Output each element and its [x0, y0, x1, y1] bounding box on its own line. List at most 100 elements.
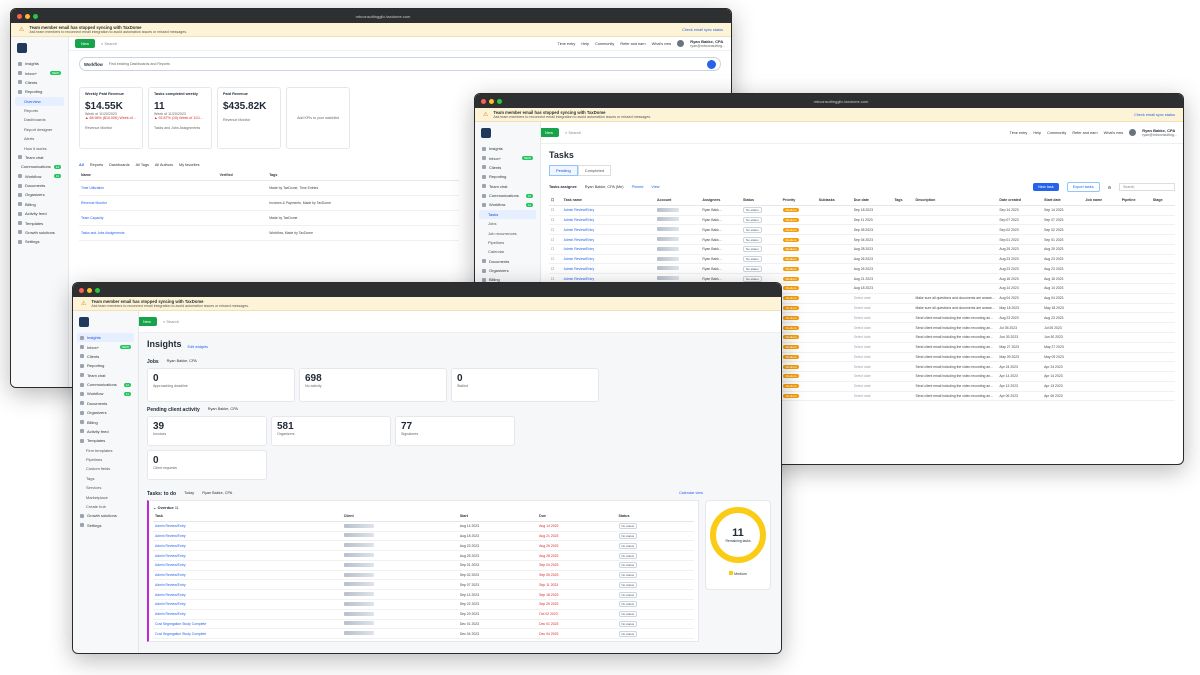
kpi-card[interactable]: Weekly Paid Revenue $14.55K Week of 11/20/…: [79, 87, 143, 149]
sidebar-item-templates[interactable]: Templates: [15, 218, 64, 227]
table-row[interactable]: Admin Review/Entry Sep 07 2023 Sep 11 2023…: [153, 579, 694, 591]
whats-new-button[interactable]: What's new: [1104, 131, 1124, 135]
table-row[interactable]: ☐Admin Review/EntryRyan Bakk...No status…: [549, 254, 1175, 265]
task-name-link[interactable]: Admin Review/Entry: [153, 589, 342, 601]
sidebar-item-reporting[interactable]: Reporting: [479, 172, 536, 181]
sidebar-item-organizers[interactable]: Organizers: [77, 408, 134, 417]
sidebar-item-communications[interactable]: Communications 12: [15, 162, 64, 171]
pending-card[interactable]: 0 Client requests: [147, 450, 267, 480]
priority-badge[interactable]: Medium: [782, 364, 800, 369]
priority-badge[interactable]: Medium: [782, 266, 800, 271]
whats-new-button[interactable]: What's new: [652, 42, 672, 46]
help-button[interactable]: Help: [581, 42, 589, 46]
table-row[interactable]: ☐Admin Review/EntryRyan Bakk...No status…: [549, 244, 1175, 255]
sidebar-item-billing[interactable]: Billing: [15, 200, 64, 209]
priority-badge[interactable]: Medium: [782, 247, 800, 252]
ask-input[interactable]: Find existing Dashboards and Reports: [109, 62, 170, 66]
sidebar-item-clients[interactable]: Clients: [77, 352, 134, 361]
job-card[interactable]: 0 Stalled: [451, 368, 599, 402]
address-bar[interactable]: mbconsultinggllc.taxdome.com: [41, 14, 725, 19]
status-badge[interactable]: No status: [618, 532, 638, 539]
priority-badge[interactable]: Medium: [782, 257, 800, 262]
search-input[interactable]: ⌕ Search: [565, 130, 581, 135]
sidebar-item-insights[interactable]: Insights: [77, 333, 134, 343]
sidebar-item-settings[interactable]: Settings: [77, 521, 134, 530]
row-checkbox[interactable]: ☐: [549, 205, 562, 216]
pending-card[interactable]: 77 Signatures: [395, 416, 515, 446]
avatar[interactable]: [1129, 129, 1137, 136]
sidebar-item-workflow[interactable]: Workflow 11: [15, 172, 64, 181]
table-row[interactable]: ☐Admin Review/EntryRyan Bakk...No status…: [549, 224, 1175, 236]
sidebar-item-clients[interactable]: Clients: [15, 78, 64, 87]
priority-badge[interactable]: Medium: [782, 227, 800, 232]
sidebar-item-growth-solutions[interactable]: Growth solutions: [15, 228, 64, 237]
table-row[interactable]: Admin Review/Entry Aug 18 2023 Aug 21 2023…: [153, 531, 694, 542]
sidebar-item-reporting[interactable]: Reporting: [77, 361, 134, 370]
status-badge[interactable]: No status: [743, 265, 762, 272]
gear-icon[interactable]: ⚙: [1108, 185, 1111, 190]
priority-badge[interactable]: Medium: [782, 217, 800, 222]
status-badge[interactable]: No status: [743, 246, 762, 253]
status-badge[interactable]: No status: [618, 542, 638, 549]
sidebar-item-settings[interactable]: Settings: [15, 237, 64, 246]
status-badge[interactable]: No status: [618, 611, 638, 618]
sidebar-item-pipelines[interactable]: Pipelines: [479, 238, 536, 247]
status-badge[interactable]: No status: [743, 256, 762, 263]
task-name-link[interactable]: Admin Review/Entry: [561, 244, 655, 255]
sidebar-item-growth-solutions[interactable]: Growth solutions: [77, 511, 134, 520]
table-row[interactable]: Cost Segregation Study Complete Dec 01 20…: [153, 619, 694, 630]
table-row[interactable]: Admin Review/Entry Aug 23 2023 Aug 26 2023…: [153, 540, 694, 552]
task-name-link[interactable]: Admin Review/Entry: [153, 570, 342, 581]
table-row[interactable]: Tasks and Jobs Assignments Workflow, Made…: [79, 225, 459, 241]
status-badge[interactable]: No status: [743, 216, 762, 223]
status-badge[interactable]: No status: [743, 275, 762, 282]
tab-completed[interactable]: Completed: [577, 165, 612, 176]
add-kpi-card[interactable]: Add KPIs to your watchlist: [286, 87, 350, 149]
filter-dashboards[interactable]: Dashboards: [109, 163, 129, 167]
row-checkbox[interactable]: ☐: [549, 234, 562, 245]
task-name-link[interactable]: Admin Review/Entry: [561, 263, 655, 275]
time-entry-button[interactable]: Time entry: [1010, 131, 1028, 135]
tab-pending[interactable]: Pending: [549, 165, 578, 176]
sidebar-item-tasks[interactable]: Tasks: [479, 209, 536, 219]
avatar[interactable]: [677, 40, 685, 47]
sidebar-item-calendar[interactable]: Calendar: [479, 247, 536, 256]
table-row[interactable]: Admin Review/Entry Sep 02 2023 Sep 05 2023…: [153, 570, 694, 581]
task-name-link[interactable]: Admin Review/Entry: [561, 215, 655, 226]
priority-badge[interactable]: Medium: [782, 286, 800, 291]
sidebar-item-job-recurrences[interactable]: Job recurrences: [479, 228, 536, 237]
priority-badge[interactable]: Medium: [782, 325, 800, 330]
edit-widgets-link[interactable]: Edit widgets: [188, 345, 208, 349]
sidebar-item-templates[interactable]: Templates: [77, 436, 134, 445]
sidebar-item-report-designer[interactable]: Report designer: [15, 125, 64, 134]
sidebar-item-workflow[interactable]: Workflow 11: [479, 200, 536, 209]
row-checkbox[interactable]: ☐: [549, 263, 562, 275]
priority-badge[interactable]: Medium: [782, 354, 800, 359]
table-row[interactable]: Admin Review/Entry Aug 25 2023 Aug 28 2023…: [153, 550, 694, 561]
pending-card[interactable]: 39 Invoices: [147, 416, 267, 446]
status-badge[interactable]: No status: [743, 226, 762, 233]
kpi-card[interactable]: Paid Revenue $435.82K Revenue Monitor: [217, 87, 281, 149]
row-checkbox[interactable]: ☐: [549, 224, 562, 236]
chevron-down-icon[interactable]: ⌄: [153, 505, 156, 510]
priority-badge[interactable]: Medium: [782, 335, 800, 340]
sidebar-item-tags[interactable]: Tags: [77, 474, 134, 483]
task-name-link[interactable]: Admin Review/Entry: [153, 579, 342, 591]
status-badge[interactable]: No status: [618, 630, 638, 637]
sidebar-item-services[interactable]: Services: [77, 483, 134, 492]
sidebar-item-dashboards[interactable]: Dashboards: [15, 115, 64, 124]
sidebar-item-activity-feed[interactable]: Activity feed: [15, 209, 64, 218]
sidebar-item-workflow[interactable]: Workflow 11: [77, 389, 134, 398]
task-name-link[interactable]: Admin Review/Entry: [153, 531, 342, 542]
new-task-button[interactable]: New task: [1033, 183, 1059, 191]
table-row[interactable]: ☐Admin Review/EntryRyan Bakk...No status…: [549, 215, 1175, 226]
calendar-view-link[interactable]: Calendar view: [679, 491, 703, 495]
todo-user-filter[interactable]: Ryan Bakke, CPA: [202, 491, 232, 495]
table-row[interactable]: Admin Review/Entry Sep 29 2023 Oct 02 2023…: [153, 609, 694, 620]
sidebar-item-team-chat[interactable]: Team chat: [77, 371, 134, 380]
priority-badge[interactable]: Medium: [782, 276, 800, 281]
status-badge[interactable]: No status: [618, 581, 638, 588]
status-badge[interactable]: No status: [618, 552, 638, 559]
status-badge[interactable]: No status: [743, 236, 762, 243]
table-row[interactable]: Time Utilization Made by TaxDome, Time En…: [79, 180, 459, 196]
